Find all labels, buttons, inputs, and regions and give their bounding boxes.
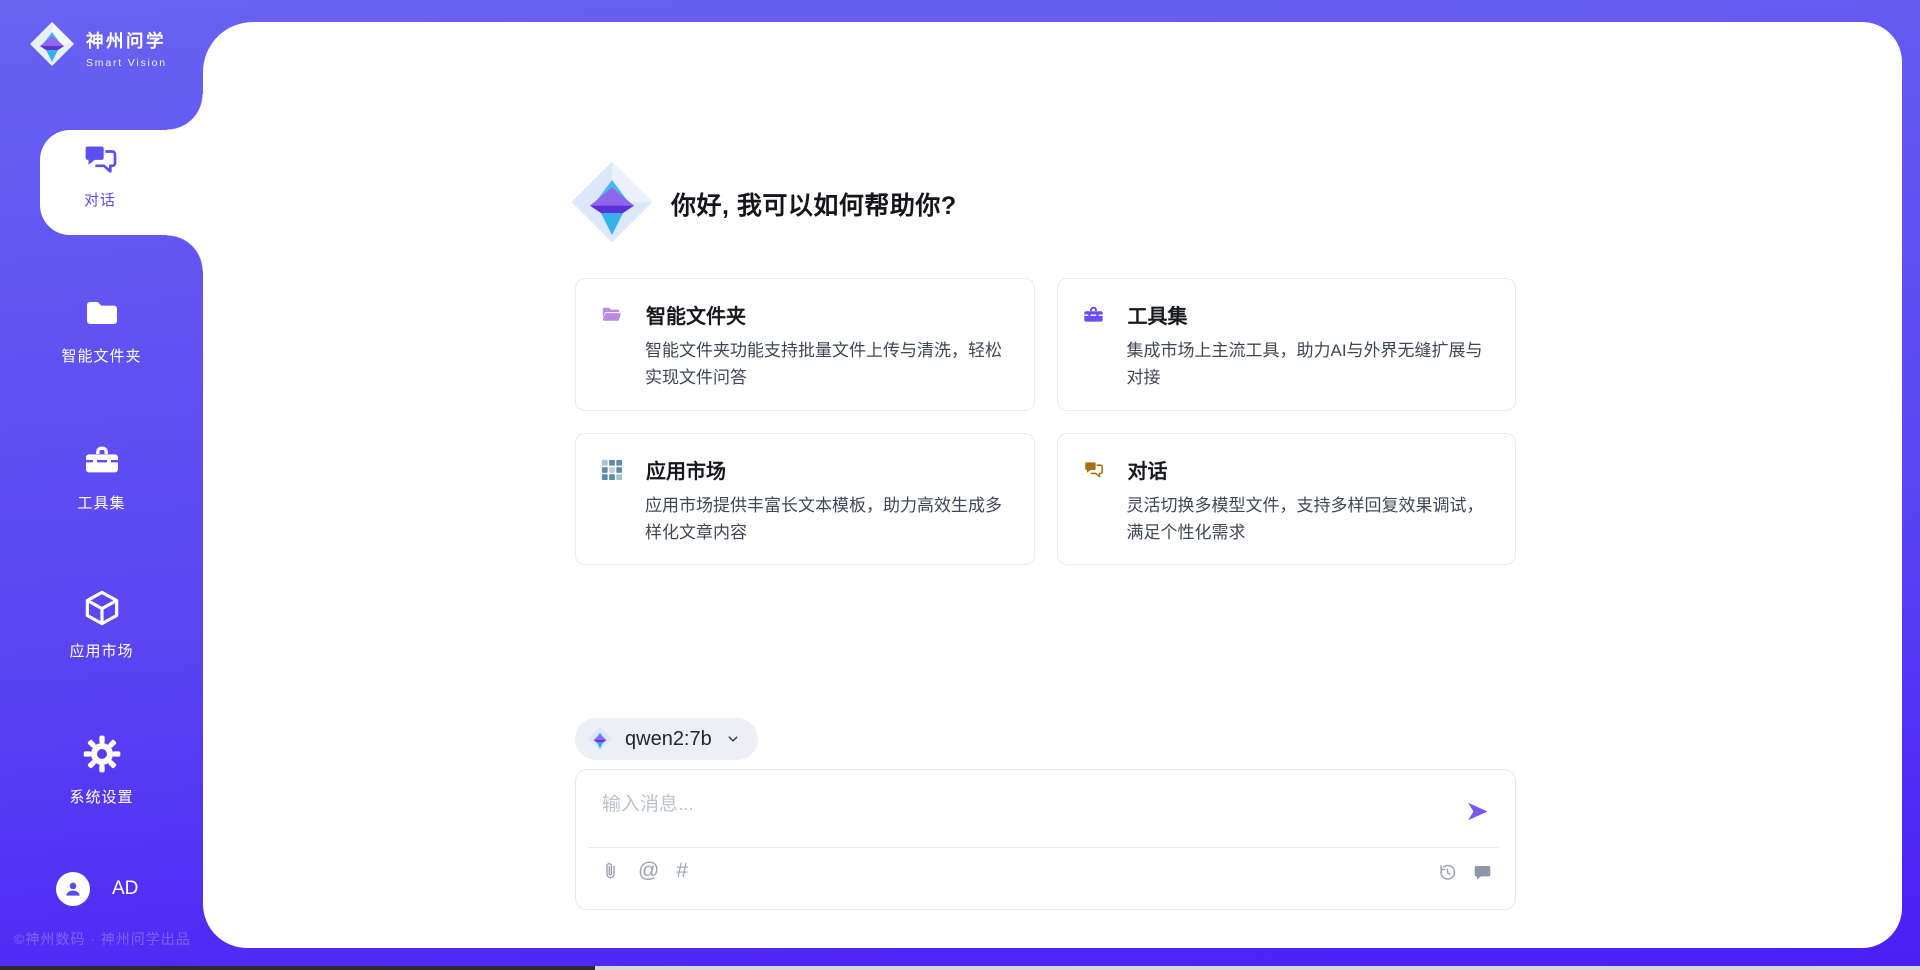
chat-icon [80, 139, 120, 179]
brand-subtitle: Smart Vision [86, 57, 167, 69]
send-icon [1464, 798, 1491, 825]
page-title: 你好, 我可以如何帮助你? [671, 186, 957, 222]
screen-bottom-edge [0, 966, 1920, 970]
sidebar-item-label: 应用市场 [0, 640, 203, 661]
model-diamond-logo-icon [587, 726, 613, 752]
model-name: qwen2:7b [625, 728, 712, 751]
toolbox-icon [82, 440, 122, 480]
card-title: 应用市场 [646, 455, 726, 484]
app-screen: 神州问学 Smart Vision 对话 智能文件夹 [0, 0, 1920, 970]
tab-fillet-bottom [167, 235, 203, 271]
card-description: 灵活切换多模型文件，支持多样回复效果调试，满足个性化需求 [1127, 493, 1492, 547]
paperclip-icon[interactable] [600, 861, 621, 882]
card-app-market[interactable]: 应用市场 应用市场提供丰富长文本模板，助力高效生成多样化文章内容 [575, 433, 1035, 566]
cube-icon [82, 588, 122, 628]
main-container: 你好, 我可以如何帮助你? 智能文件夹 智能文件夹功能支持批量文件上传与清洗，轻… [203, 22, 1902, 948]
sidebar-item-toolset[interactable]: 工具集 [0, 440, 203, 513]
grid-icon [600, 458, 623, 481]
folder-open-icon [600, 303, 623, 326]
user-profile[interactable]: AD [56, 872, 138, 906]
mention-button[interactable]: @ [638, 860, 659, 882]
card-description: 应用市场提供丰富长文本模板，助力高效生成多样化文章内容 [645, 493, 1010, 547]
composer-right-tools [1437, 862, 1493, 883]
model-selector[interactable]: qwen2:7b [575, 718, 758, 760]
sidebar-item-app-market[interactable]: 应用市场 [0, 588, 203, 661]
greeting-diamond-logo-icon [568, 158, 656, 246]
history-icon[interactable] [1437, 862, 1458, 883]
card-toolset[interactable]: 工具集 集成市场上主流工具，助力AI与外界无缝扩展与对接 [1057, 278, 1517, 411]
sidebar-item-settings[interactable]: 系统设置 [0, 734, 203, 807]
gear-icon [82, 734, 122, 774]
sidebar-item-label: 系统设置 [0, 786, 203, 807]
feature-cards: 智能文件夹 智能文件夹功能支持批量文件上传与清洗，轻松实现文件问答 [575, 278, 1516, 565]
send-button[interactable] [1464, 798, 1491, 825]
composer: @ # [575, 769, 1516, 910]
sidebar-item-smart-folder[interactable]: 智能文件夹 [0, 293, 203, 366]
sidebar-footer: ©神州数码 · 神州问学出品 [14, 929, 191, 949]
card-smart-folder[interactable]: 智能文件夹 智能文件夹功能支持批量文件上传与清洗，轻松实现文件问答 [575, 278, 1035, 411]
composer-input[interactable] [600, 786, 1440, 824]
folder-icon [82, 293, 122, 333]
person-icon [62, 878, 84, 900]
toolbox-icon [1082, 303, 1105, 326]
card-title: 对话 [1128, 455, 1168, 484]
feedback-chat-icon[interactable] [1472, 862, 1493, 883]
sidebar-item-label: 对话 [40, 189, 160, 210]
chat-icon [1082, 458, 1105, 481]
brand-text: 神州问学 Smart Vision [86, 20, 167, 69]
chevron-down-icon [724, 730, 742, 748]
avatar [56, 872, 90, 906]
brand-name: 神州问学 [86, 28, 167, 53]
composer-divider [588, 847, 1499, 848]
card-chat[interactable]: 对话 灵活切换多模型文件，支持多样回复效果调试，满足个性化需求 [1057, 433, 1517, 566]
card-description: 集成市场上主流工具，助力AI与外界无缝扩展与对接 [1127, 338, 1492, 392]
tab-fillet-top [167, 94, 203, 130]
sidebar-item-label: 智能文件夹 [0, 345, 203, 366]
card-description: 智能文件夹功能支持批量文件上传与清洗，轻松实现文件问答 [645, 338, 1010, 392]
brand-diamond-logo-icon [28, 20, 76, 68]
hash-button[interactable]: # [676, 860, 688, 882]
card-title: 智能文件夹 [646, 300, 746, 329]
sidebar-item-chat[interactable]: 对话 [40, 130, 205, 235]
composer-left-tools: @ # [600, 860, 688, 882]
user-initials: AD [112, 878, 138, 900]
sidebar-item-label: 工具集 [0, 492, 203, 513]
brand: 神州问学 Smart Vision [28, 20, 167, 69]
card-title: 工具集 [1128, 300, 1188, 329]
